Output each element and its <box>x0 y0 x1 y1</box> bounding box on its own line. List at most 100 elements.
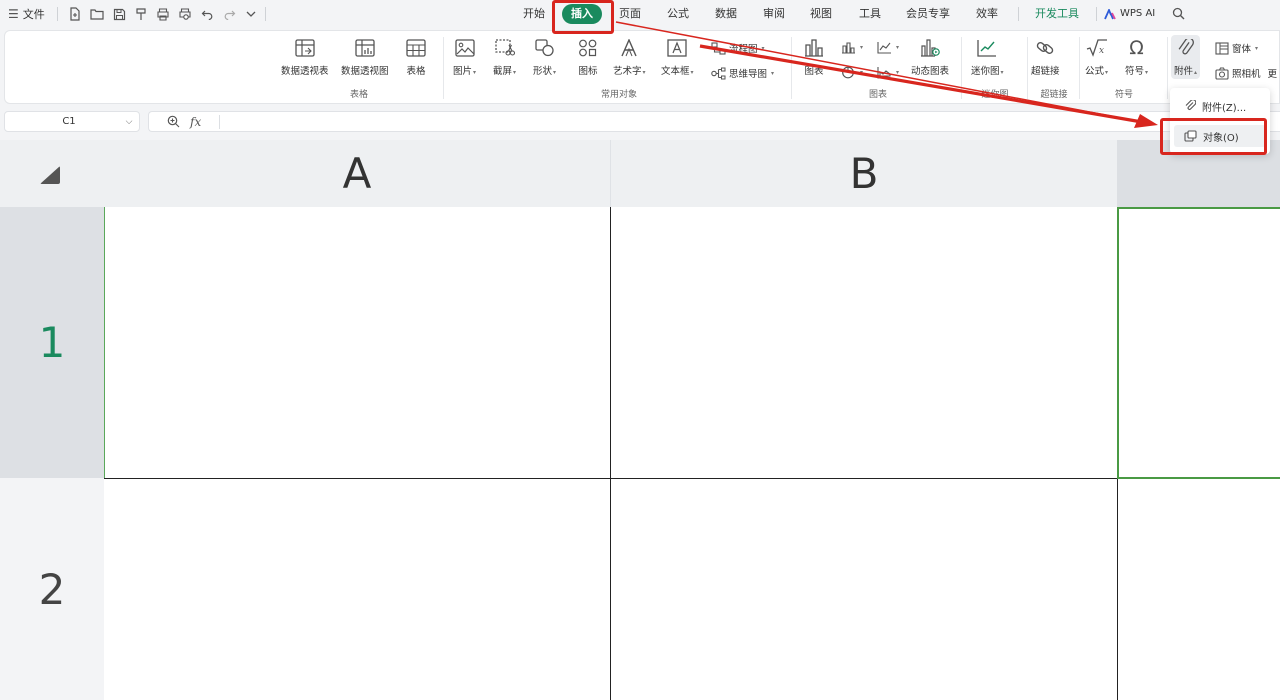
cell-c1-selected[interactable] <box>1117 207 1280 479</box>
ribbon-group-common-objects: 图片▾ 截屏▾ 形状▾ 图标 艺术字▾ 文本框▾ 流程图 ▾ 思维导图 ▾ 常用… <box>449 31 789 103</box>
cell-b2[interactable] <box>611 479 1117 700</box>
select-all-corner[interactable] <box>0 140 104 207</box>
pie-chart-icon <box>842 66 854 79</box>
open-folder-icon[interactable] <box>88 5 107 24</box>
mindmap-button[interactable]: 思维导图 ▾ <box>711 66 774 80</box>
tab-efficiency[interactable]: 效率 <box>969 4 1005 24</box>
tab-view[interactable]: 视图 <box>803 4 839 24</box>
redo-icon[interactable] <box>220 5 239 24</box>
symbol-button[interactable]: Ω 符号▾ <box>1125 37 1148 77</box>
cell-a1[interactable] <box>105 207 610 478</box>
camera-button[interactable]: 照相机 更 <box>1215 66 1277 80</box>
chevron-down-icon[interactable] <box>242 5 261 24</box>
divider <box>1018 7 1019 21</box>
ribbon-group-hyperlink: 超链接 超链接 <box>1029 31 1079 103</box>
area-chart-button[interactable]: ▾ <box>877 66 899 79</box>
cell-b1[interactable] <box>611 207 1117 478</box>
tab-developer[interactable]: 开发工具 <box>1030 4 1084 24</box>
wps-ai-button[interactable]: WPS AI <box>1104 4 1166 24</box>
group-label-hyperlink: 超链接 <box>1040 90 1068 100</box>
row-header-2[interactable]: 2 <box>0 478 104 700</box>
form-window-button[interactable]: 窗体 ▾ <box>1215 41 1258 55</box>
screenshot-button[interactable]: 截屏▾ <box>493 37 516 77</box>
wordart-label: 艺术字▾ <box>613 66 646 77</box>
table-button[interactable]: 表格 <box>405 37 427 77</box>
cell-a2[interactable] <box>105 479 610 700</box>
tab-member[interactable]: 会员专享 <box>900 4 956 24</box>
search-icon[interactable] <box>1170 4 1186 24</box>
picture-icon <box>454 37 476 59</box>
pie-chart-button[interactable]: ▾ <box>841 66 863 79</box>
flowchart-button[interactable]: 流程图 ▾ <box>711 41 765 55</box>
spreadsheet-grid: A B 1 2 <box>0 140 1280 700</box>
icon-button[interactable]: 图标 <box>577 37 599 77</box>
sparkline-button[interactable]: 迷你图▾ <box>971 37 1004 77</box>
divider <box>961 37 962 99</box>
function-fx-button[interactable]: fx <box>190 115 201 129</box>
camera-label: 照相机 <box>1232 69 1261 80</box>
menu-item-attachment[interactable]: 附件(Z)... <box>1174 95 1266 117</box>
dynamic-chart-button[interactable]: 动态图表 <box>911 37 949 77</box>
column-chart-button[interactable]: ▾ <box>841 41 863 54</box>
tab-tools[interactable]: 工具 <box>852 4 888 24</box>
formula-tools: fx <box>149 114 221 129</box>
formula-input[interactable]: fx <box>148 111 1280 132</box>
tab-review[interactable]: 审阅 <box>756 4 792 24</box>
sparkline-icon <box>976 37 998 59</box>
save-icon[interactable] <box>110 5 129 24</box>
formula-label: 公式▾ <box>1085 66 1109 77</box>
group-label-chart: 图表 <box>868 90 887 100</box>
column-header-b[interactable]: B <box>611 140 1117 207</box>
tab-data[interactable]: 数据 <box>708 4 744 24</box>
menu-bar: ☰ 文件 开始 插入 页面 公式 数据 审阅 视图 工具 会员专享 效率 开发工… <box>0 0 1280 28</box>
ribbon-group-symbol: x 公式▾ Ω 符号▾ 符号 <box>1081 31 1167 103</box>
ribbon-group-chart: 图表 ▾ ▾ ▾ ▾ 动态图表 图表 <box>797 31 959 103</box>
picture-button[interactable]: 图片▾ <box>453 37 476 77</box>
formula-button[interactable]: x 公式▾ <box>1085 37 1108 77</box>
row-header-1[interactable]: 1 <box>0 207 104 478</box>
file-menu-label: 文件 <box>22 8 45 21</box>
mindmap-label: 思维导图 <box>729 69 768 80</box>
chevron-down-icon[interactable]: ⌵ <box>119 117 139 127</box>
cell-c2[interactable] <box>1118 479 1280 700</box>
sqrt-icon: x <box>1086 37 1108 59</box>
file-menu[interactable]: ☰ 文件 <box>0 0 45 28</box>
svg-text:x: x <box>1099 46 1104 56</box>
pivot-table-label: 数据透视表 <box>281 66 329 77</box>
textbox-button[interactable]: 文本框▾ <box>661 37 694 77</box>
hyperlink-button[interactable]: 超链接 <box>1031 37 1060 77</box>
line-chart-icon <box>877 42 891 54</box>
corner-triangle-icon <box>40 166 60 184</box>
print-icon[interactable] <box>154 5 173 24</box>
shape-label: 形状▾ <box>533 66 557 77</box>
divider <box>56 7 58 21</box>
paperclip-icon <box>1185 100 1196 110</box>
zoom-icon[interactable] <box>167 115 180 128</box>
scissors-icon <box>494 37 516 59</box>
tab-formula[interactable]: 公式 <box>660 4 696 24</box>
shape-button[interactable]: 形状▾ <box>533 37 556 77</box>
cell-reference: C1 <box>62 116 76 127</box>
format-painter-icon[interactable] <box>132 5 151 24</box>
tab-home[interactable]: 开始 <box>516 4 552 24</box>
print-preview-icon[interactable] <box>176 5 195 24</box>
new-file-icon[interactable] <box>66 5 85 24</box>
name-box[interactable]: C1 ⌵ <box>4 111 140 132</box>
group-label-sparkline: 迷你图 <box>981 90 1009 100</box>
column-header-a[interactable]: A <box>104 140 610 207</box>
annotation-highlight-insert-tab <box>552 0 614 34</box>
hyperlink-label: 超链接 <box>1031 66 1060 77</box>
undo-icon[interactable] <box>198 5 217 24</box>
wordart-button[interactable]: 艺术字▾ <box>613 37 646 77</box>
divider <box>1167 37 1168 99</box>
chart-button[interactable]: 图表 <box>803 37 825 77</box>
group-label-table: 表格 <box>349 90 368 100</box>
flowchart-label: 流程图 <box>729 44 758 55</box>
line-chart-button[interactable]: ▾ <box>877 41 899 54</box>
pivot-table-button[interactable]: 数据透视表 <box>281 37 329 77</box>
more-label[interactable]: 更 <box>1268 66 1278 80</box>
attachment-button[interactable]: 附件▴ <box>1171 35 1201 79</box>
group-label-common-objects: 常用对象 <box>600 90 637 100</box>
tab-page[interactable]: 页面 <box>612 4 648 24</box>
pivot-chart-button[interactable]: 数据透视图 <box>341 37 389 77</box>
